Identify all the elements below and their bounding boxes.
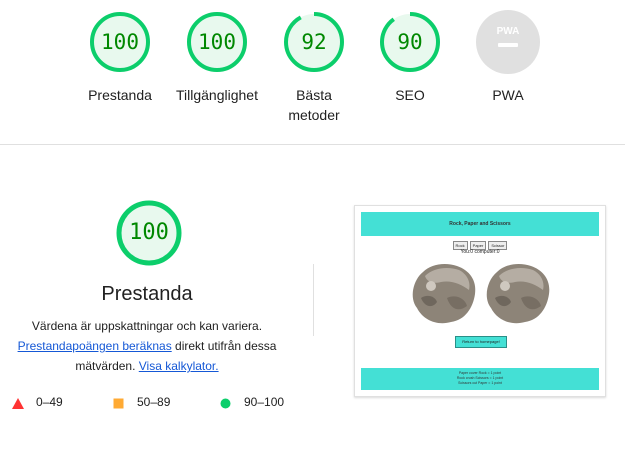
gauge-score: 100 [129, 220, 169, 245]
gauge-pwa[interactable]: PWA [476, 10, 540, 74]
gauge-score: 100 [198, 30, 236, 54]
screenshot-home-button: Return to homepage! [455, 336, 507, 348]
desc-text: mätvärden. [75, 359, 139, 373]
rock-image [486, 264, 550, 324]
circle-icon [220, 398, 231, 409]
pwa-badge-text: PWA [497, 26, 520, 37]
screenshot-page: Rock, Paper and Scissors Rock Paper Scisso… [361, 212, 599, 390]
legend-range: 90–100 [244, 395, 285, 409]
gauge-best-practices[interactable]: 92 [282, 10, 346, 74]
triangle-icon [12, 398, 24, 409]
legend-range: 0–49 [36, 395, 63, 409]
square-icon [113, 398, 124, 409]
screenshot-footer: Paper cover Rock = 1 point Rock crush Sc… [361, 368, 599, 390]
final-screenshot[interactable]: Rock, Paper and Scissors Rock Paper Scisso… [354, 205, 606, 397]
legend-range: 50–89 [137, 395, 171, 409]
gauge-accessibility[interactable]: 100 [185, 10, 249, 74]
gauge-label[interactable]: PWA [448, 85, 568, 105]
section-divider [0, 144, 625, 145]
calculator-link[interactable]: Visa kalkylator. [139, 359, 219, 373]
screenshot-header: Rock, Paper and Scissors [361, 212, 599, 236]
score-calc-link[interactable]: Prestandapoängen beräknas [18, 339, 172, 353]
gauge-score: 100 [101, 30, 139, 54]
pwa-badge-icon: PWA [476, 10, 540, 74]
gauge-score: 90 [397, 30, 423, 54]
gauge-score: 92 [301, 30, 327, 54]
gauge-performance[interactable]: 100 [88, 10, 152, 74]
gauge-seo[interactable]: 90 [378, 10, 442, 74]
vertical-separator [313, 264, 314, 336]
rock-image [412, 264, 476, 324]
desc-text: direkt utifrån dessa [171, 339, 277, 353]
gauge-label-line2: metoder [288, 107, 340, 123]
gauge-performance-large: 100 [115, 199, 183, 267]
desc-text: Värdena är uppskattningar och kan varier… [31, 319, 263, 333]
gauge-label-line1: Bästa [296, 87, 332, 103]
screenshot-footer-line: Scissors cut Paper = 1 point [458, 381, 502, 385]
score-description: Värdena är uppskattningar och kan varier… [8, 316, 286, 376]
category-title: Prestanda [101, 283, 193, 305]
screenshot-score: You:0 computer:0 [460, 249, 500, 255]
